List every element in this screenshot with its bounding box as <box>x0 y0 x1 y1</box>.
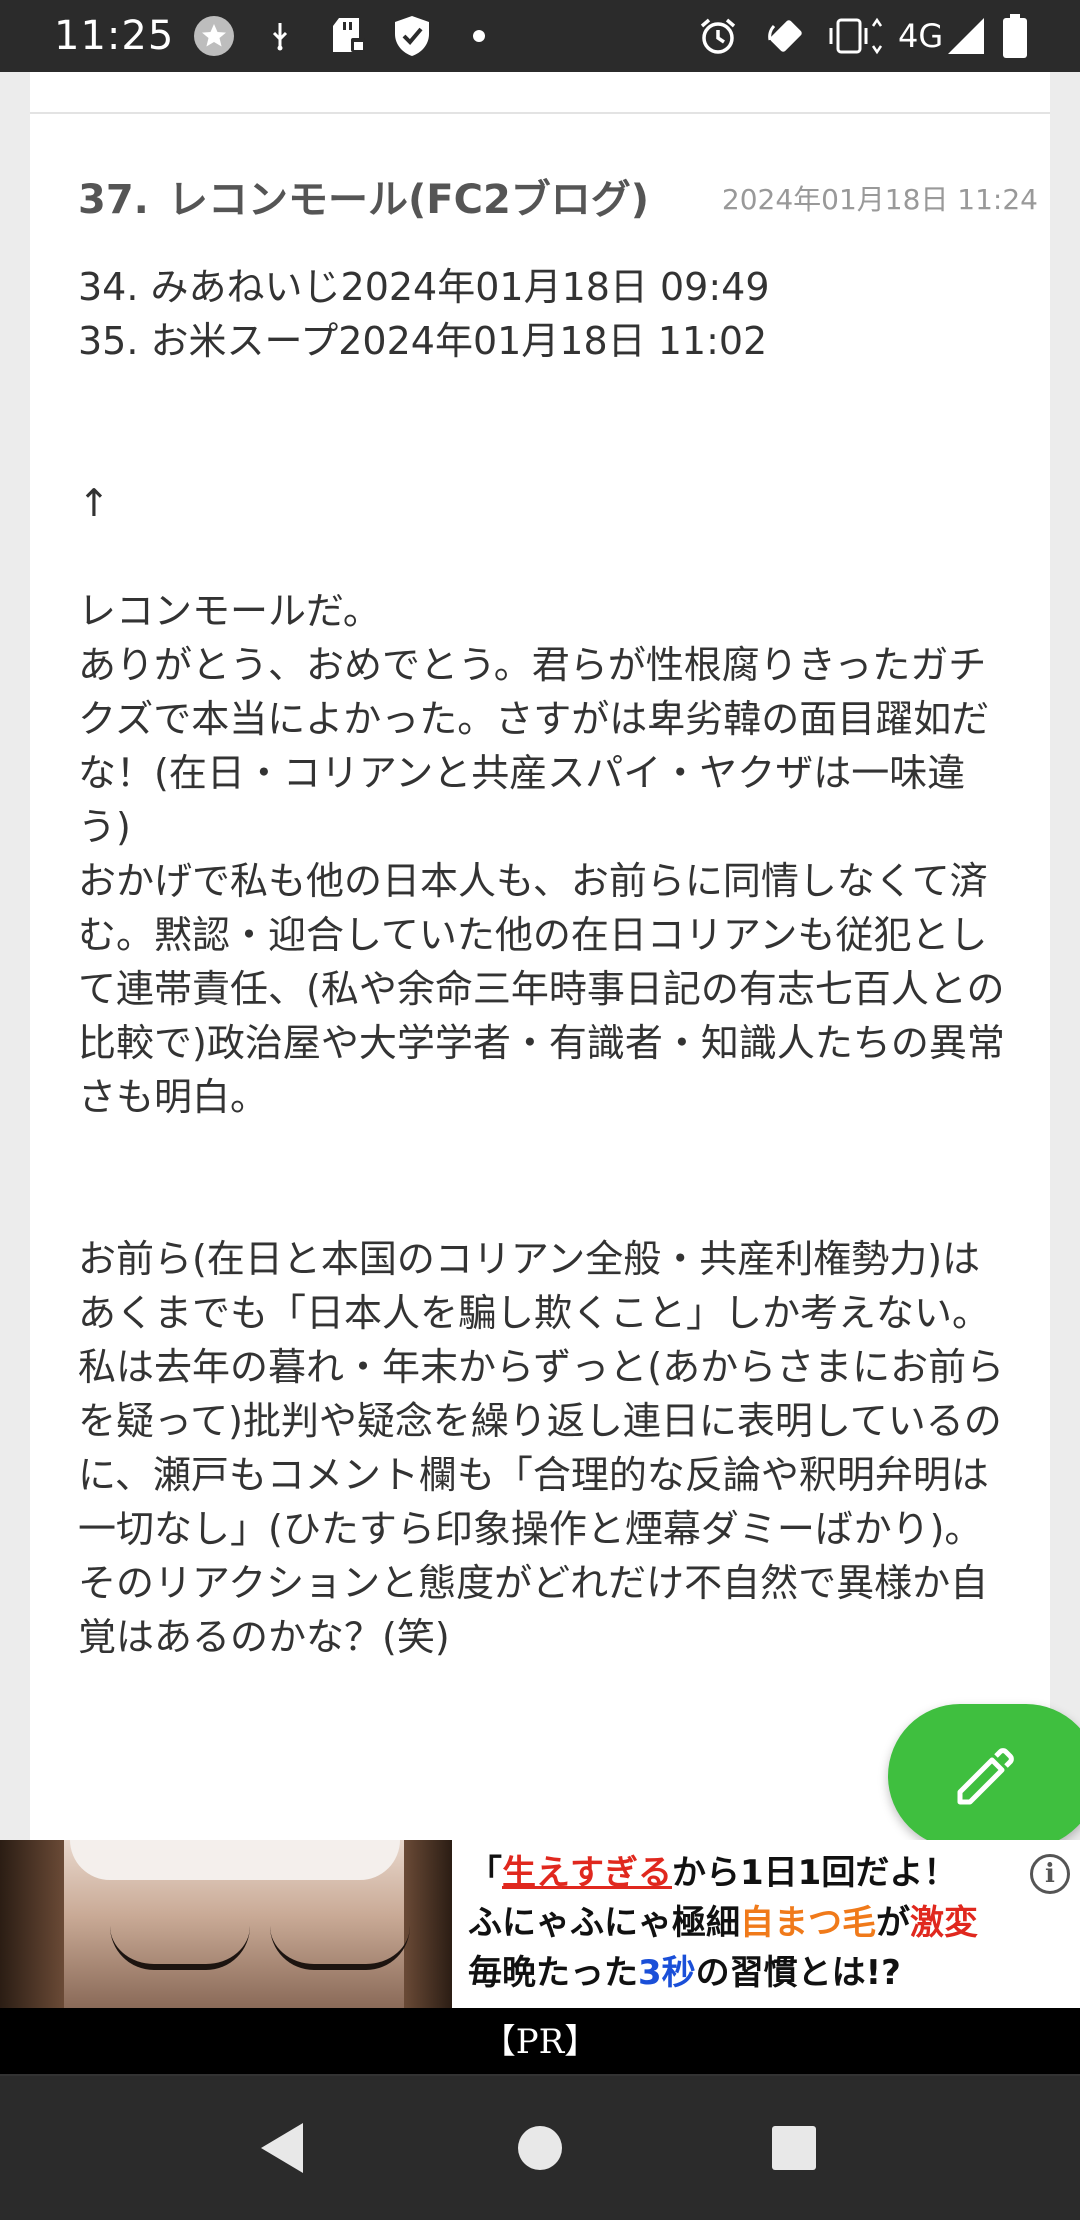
ad-image <box>0 1840 452 2008</box>
ad-text-segment: 毎晩たった <box>468 1953 638 1993</box>
ad-line-3: 毎晩たった3秒の習慣とは!? <box>468 1948 1068 1998</box>
rotate-icon <box>764 14 808 58</box>
dot-icon <box>470 14 488 58</box>
usb-icon <box>268 14 292 58</box>
ad-text-segment: が <box>876 1903 910 1943</box>
home-icon[interactable] <box>508 2116 572 2180</box>
vibrate-icon <box>826 14 882 58</box>
status-time: 11:25 <box>54 13 175 59</box>
ad-banner[interactable]: 「生えすぎるから1日1回だよ！ ふにゃふにゃ極細自まつ毛が激変 毎晩たった3秒の… <box>0 1840 1080 2008</box>
ad-text-highlight: 自まつ毛 <box>740 1903 876 1943</box>
ad-line-2: ふにゃふにゃ極細自まつ毛が激変 <box>468 1898 1068 1948</box>
recents-icon[interactable] <box>762 2116 826 2180</box>
comment-body: 34. みあねいじ2024年01月18日 09:49 35. お米スープ2024… <box>78 260 1008 1664</box>
ad-info-icon[interactable]: i <box>1030 1854 1070 1894</box>
comment-card: 37. レコンモール(FC2ブログ) 2024年01月18日 11:24 34.… <box>30 72 1050 1840</box>
comment-number: 37. <box>78 177 149 223</box>
comment-header: 37. レコンモール(FC2ブログ) 2024年01月18日 11:24 <box>78 160 1038 240</box>
shield-icon <box>390 14 434 58</box>
comment-paragraph: 34. みあねいじ2024年01月18日 09:49 35. お米スープ2024… <box>78 265 770 363</box>
ad-text-highlight: 生えすぎる <box>502 1853 672 1893</box>
ad-text-highlight: 3秒 <box>638 1953 696 1993</box>
write-comment-button[interactable] <box>888 1704 1080 1840</box>
signal-icon <box>944 14 988 58</box>
comment-date: 2024年01月18日 11:24 <box>721 183 1038 216</box>
comment-paragraph: レコンモールだ。 ありがとう、おめでとう。君らが性根腐りきったガチクズで本当によ… <box>78 589 1005 1119</box>
pencil-icon <box>957 1748 1014 1805</box>
battery-icon <box>1000 14 1030 58</box>
ad-text: 「生えすぎるから1日1回だよ！ ふにゃふにゃ極細自まつ毛が激変 毎晩たった3秒の… <box>468 1848 1068 1998</box>
ad-text-segment: ふにゃふにゃ極細 <box>468 1903 740 1943</box>
comment-author[interactable]: レコンモール(FC2ブログ) <box>168 160 649 240</box>
network-type: 4G <box>898 17 944 55</box>
star-badge-icon <box>192 14 236 58</box>
comment-paragraph: お前ら(在日と本国のコリアン全般・共産利権勢力)はあくまでも「日本人を騙し欺くこ… <box>78 1237 1005 1659</box>
pr-label: 【PR】 <box>0 2008 1080 2076</box>
alarm-icon <box>696 14 740 58</box>
ad-text-segment: の習慣とは!? <box>695 1953 901 1993</box>
ad-text-highlight: 激変 <box>910 1903 978 1943</box>
ad-text-segment: 「 <box>468 1853 502 1893</box>
navigation-bar <box>0 2076 1080 2220</box>
comment-paragraph: ↑ <box>78 481 110 525</box>
back-icon[interactable] <box>250 2116 314 2180</box>
divider <box>30 112 1050 114</box>
blog-page: 37. レコンモール(FC2ブログ) 2024年01月18日 11:24 34.… <box>0 72 1080 1840</box>
sd-card-icon <box>326 14 370 58</box>
status-bar: 11:25 4G <box>0 0 1080 72</box>
ad-line-1: 「生えすぎるから1日1回だよ！ <box>468 1848 1068 1898</box>
ad-text-segment: から1日1回だよ！ <box>672 1853 958 1893</box>
